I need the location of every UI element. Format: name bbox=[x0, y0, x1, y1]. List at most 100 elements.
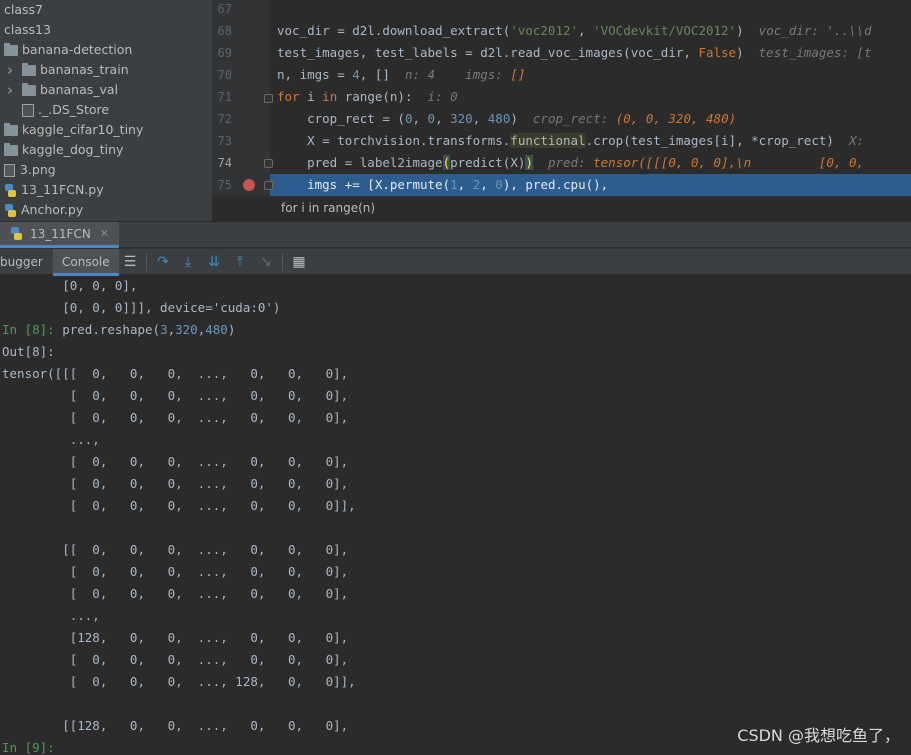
fold-icon[interactable] bbox=[264, 94, 273, 103]
tree-item[interactable]: class7 bbox=[4, 0, 43, 20]
breadcrumb[interactable]: for i in range(n) bbox=[281, 201, 375, 215]
debug-toolbar: bugger Console ☰ ↷ ⤓ ⇊ ⤒ ↘ ▦ bbox=[0, 248, 911, 276]
step-out-icon[interactable]: ⤒ bbox=[232, 254, 248, 270]
tree-item[interactable]: kaggle_cifar10_tiny bbox=[4, 120, 143, 140]
code-line[interactable]: X = torchvision.transforms.functional.cr… bbox=[277, 130, 872, 152]
tree-item[interactable]: 3.png bbox=[4, 160, 56, 180]
python-icon bbox=[10, 227, 23, 240]
console-line: [ 0, 0, 0, ..., 0, 0, 0], bbox=[2, 385, 348, 407]
tree-item[interactable]: › bananas_train bbox=[4, 60, 129, 80]
console-line: [ 0, 0, 0, ..., 0, 0, 0], bbox=[2, 407, 348, 429]
code-token: range(n): bbox=[344, 89, 428, 104]
code-line[interactable]: for i in range(n): i: 0 bbox=[277, 86, 458, 108]
line-number: 73 bbox=[217, 134, 232, 148]
console-text: Out[8]: bbox=[2, 344, 55, 359]
code-token: pred: bbox=[547, 155, 594, 170]
image-file-icon bbox=[4, 163, 15, 177]
console-line: In [8]: pred.reshape(3,320,480) bbox=[2, 319, 235, 341]
console-text: tensor([[[ 0, 0, 0, ..., 0, 0, 0], bbox=[2, 366, 349, 381]
code-token: 'voc2012' bbox=[510, 23, 579, 38]
console-text: [ 0, 0, 0, ..., 0, 0, 0], bbox=[2, 454, 349, 469]
tree-item[interactable]: ._.DS_Store bbox=[22, 100, 109, 120]
code-token: 0 bbox=[495, 177, 503, 192]
console-text: [[128, 0, 0, ..., 0, 0, 0], bbox=[2, 718, 349, 733]
chevron-right-icon[interactable]: › bbox=[4, 60, 16, 80]
run-to-cursor-icon[interactable]: ↘ bbox=[258, 254, 274, 270]
tree-item-label: class13 bbox=[4, 22, 51, 37]
debug-session-tab[interactable]: 13_11FCN ✕ bbox=[0, 222, 120, 248]
tree-item-label: 3.png bbox=[20, 162, 56, 177]
console-line: [0, 0, 0], bbox=[2, 276, 137, 297]
line-number: 70 bbox=[217, 68, 232, 82]
folder-icon bbox=[22, 82, 36, 96]
console-text: pred.reshape( bbox=[62, 322, 161, 337]
step-over-icon[interactable]: ↷ bbox=[155, 254, 171, 270]
fold-icon[interactable] bbox=[264, 159, 273, 168]
step-into-icon[interactable]: ⤓ bbox=[180, 254, 196, 270]
code-token: n: 4 imgs: bbox=[404, 67, 511, 82]
console-text: ..., bbox=[2, 608, 100, 623]
close-icon[interactable]: ✕ bbox=[100, 227, 109, 240]
debug-session-tab-label: 13_11FCN bbox=[30, 226, 91, 241]
code-token: , bbox=[457, 177, 473, 192]
menu-icon[interactable]: ☰ bbox=[122, 254, 138, 270]
code-token: ( bbox=[442, 155, 451, 170]
console-line: [ 0, 0, 0, ..., 0, 0, 0]], bbox=[2, 495, 356, 517]
code-line[interactable]: crop_rect = (0, 0, 320, 480) crop_rect: … bbox=[277, 108, 736, 130]
code-token: , [] bbox=[359, 67, 405, 82]
folder-icon bbox=[4, 142, 18, 156]
code-token: , bbox=[412, 111, 428, 126]
code-token: crop_rect = ( bbox=[277, 111, 405, 126]
tree-item[interactable]: kaggle_dog_tiny bbox=[4, 140, 123, 160]
watermark: CSDN @我想吃鱼了， bbox=[737, 726, 900, 745]
tree-item-label: class7 bbox=[4, 2, 43, 17]
breakpoint-icon[interactable] bbox=[243, 179, 255, 191]
code-token: tensor([[[0, 0, 0],\n [0, 0, bbox=[593, 155, 872, 170]
chevron-right-icon[interactable]: › bbox=[4, 80, 16, 100]
code-token: [] bbox=[510, 67, 526, 82]
console-prompt: In [9]: bbox=[2, 740, 55, 755]
console-line: In [9]: bbox=[2, 737, 55, 755]
fold-icon[interactable] bbox=[264, 181, 273, 190]
tree-item[interactable]: 13_11FCN.py bbox=[4, 180, 104, 200]
tree-item[interactable]: Anchor.py bbox=[4, 200, 83, 220]
code-line[interactable]: test_images, test_labels = d2l.read_voc_… bbox=[277, 42, 872, 64]
console-line: [[ 0, 0, 0, ..., 0, 0, 0], bbox=[2, 539, 348, 561]
python-console[interactable]: [0, 0, 0], [0, 0, 0]]], device='cuda:0')… bbox=[0, 276, 911, 755]
evaluate-expression-icon[interactable]: ▦ bbox=[291, 254, 307, 270]
folder-icon bbox=[4, 122, 18, 136]
code-token: ), pred.cpu(), bbox=[502, 177, 609, 192]
python-file-icon bbox=[4, 203, 17, 217]
code-line[interactable]: imgs += [X.permute(1, 2, 0), pred.cpu(), bbox=[277, 174, 608, 196]
console-text: [ 0, 0, 0, ..., 0, 0, 0], bbox=[2, 388, 349, 403]
step-into-my-code-icon[interactable]: ⇊ bbox=[206, 254, 222, 270]
code-line[interactable]: n, imgs = 4, [] n: 4 imgs: [] bbox=[277, 64, 525, 86]
console-line: Out[8]: bbox=[2, 341, 55, 363]
tab-debugger[interactable]: bugger bbox=[0, 249, 43, 276]
tree-item[interactable]: › bananas_val bbox=[4, 80, 118, 100]
tree-item[interactable]: banana-detection bbox=[4, 40, 132, 60]
code-token: n, imgs = bbox=[277, 67, 353, 82]
code-line[interactable]: pred = label2image(predict(X)) pred: ten… bbox=[277, 152, 872, 174]
console-text: [[ 0, 0, 0, ..., 0, 0, 0], bbox=[2, 542, 349, 557]
line-number: 67 bbox=[217, 2, 232, 16]
console-text: [ 0, 0, 0, ..., 0, 0, 0], bbox=[2, 410, 349, 425]
tree-item[interactable]: class13 bbox=[4, 20, 51, 40]
console-text: ..., bbox=[2, 432, 100, 447]
tree-item-label: bananas_val bbox=[40, 82, 119, 97]
console-line: [ 0, 0, 0, ..., 0, 0, 0], bbox=[2, 561, 348, 583]
console-line: [ 0, 0, 0, ..., 0, 0, 0], bbox=[2, 473, 348, 495]
console-text: [ 0, 0, 0, ..., 0, 0, 0], bbox=[2, 564, 349, 579]
python-file-icon bbox=[4, 183, 17, 197]
console-text: [0, 0, 0]]], device='cuda:0') bbox=[2, 300, 281, 315]
tab-console[interactable]: Console bbox=[53, 249, 119, 276]
line-number: 71 bbox=[217, 90, 232, 104]
code-token: False bbox=[698, 45, 737, 60]
code-line[interactable]: voc_dir = d2l.download_extract('voc2012'… bbox=[277, 20, 872, 42]
tree-item-label: ._.DS_Store bbox=[38, 102, 110, 117]
code-token: .crop(test_images[i], *crop_rect) bbox=[585, 133, 849, 148]
console-text: 320 bbox=[175, 322, 198, 337]
console-text: [128, 0, 0, ..., 0, 0, 0], bbox=[2, 630, 349, 645]
code-token: i: 0 bbox=[427, 89, 458, 104]
